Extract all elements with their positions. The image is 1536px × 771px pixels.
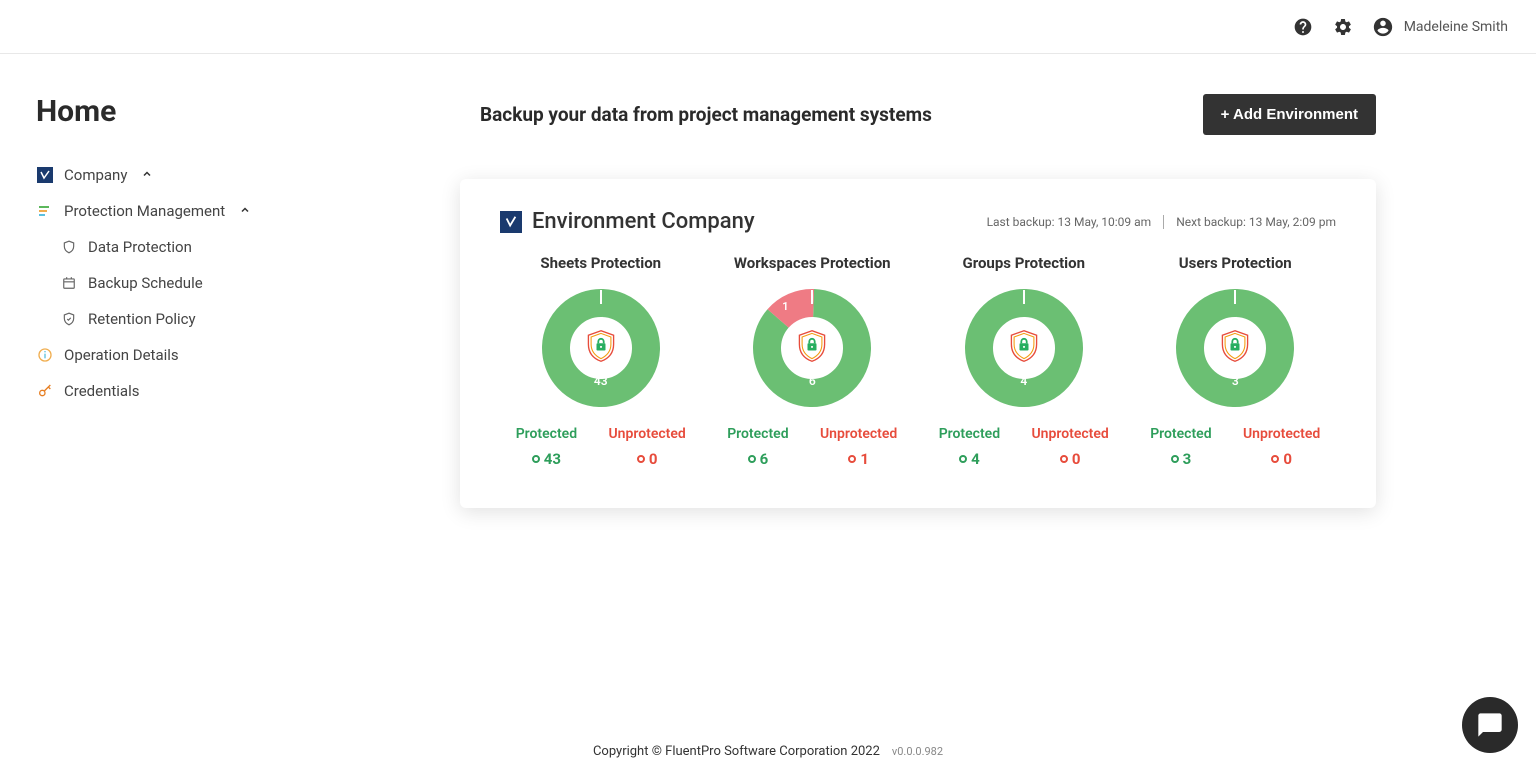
donut-chart[interactable]: 4 [964,288,1084,408]
sidebar: Home Company Protection Management [0,54,440,731]
nav-protection-management[interactable]: Protection Management [36,193,404,229]
protected-value: 3 [1150,450,1211,468]
protected-label: Protected [939,426,1000,442]
protected-label: Protected [1150,426,1211,442]
info-icon [36,346,54,364]
donut-total-count: 43 [594,374,608,388]
unprotected-label: Unprotected [1031,426,1108,442]
donut-total-count: 6 [809,374,816,388]
retention-icon [60,310,78,328]
unprotected-label: Unprotected [608,426,685,442]
nav-company[interactable]: Company [36,157,404,193]
unprotected-value: 0 [1243,450,1320,468]
environment-card: Environment Company Last backup: 13 May,… [460,179,1376,508]
chart-title: Sheets Protection [500,254,702,272]
help-icon[interactable] [1292,16,1314,38]
protected-value: 4 [939,450,1000,468]
smartsheet-icon [500,211,522,233]
page-title: Home [36,94,404,129]
shield-lock-icon [1006,328,1042,368]
chart-title: Groups Protection [923,254,1125,272]
donut-chart[interactable]: 43 [541,288,661,408]
environment-title: Environment Company [500,209,755,234]
unprotected-value: 0 [1031,450,1108,468]
user-menu[interactable]: Madeleine Smith [1372,16,1508,38]
chart-block: Groups Protection 4 Protected [923,254,1125,468]
calendar-icon [60,274,78,292]
unprotected-label: Unprotected [820,426,897,442]
protected-value: 43 [516,450,577,468]
donut-total-count: 3 [1232,374,1239,388]
unprotected-value: 1 [820,450,897,468]
shield-icon [60,238,78,256]
protected-label: Protected [516,426,577,442]
user-name: Madeleine Smith [1404,19,1508,35]
chat-launcher[interactable] [1462,697,1518,753]
last-backup: Last backup: 13 May, 10:09 am [987,215,1152,229]
copyright: Copyright © FluentPro Software Corporati… [593,744,880,759]
nav-backup-schedule[interactable]: Backup Schedule [36,265,404,301]
list-icon [36,202,54,220]
user-icon [1372,16,1394,38]
nav-data-protection[interactable]: Data Protection [36,229,404,265]
key-icon [36,382,54,400]
donut-chart[interactable]: 3 [1175,288,1295,408]
chevron-up-icon [239,202,251,220]
footer: Copyright © FluentPro Software Corporati… [0,731,1536,771]
donut-unprotected-count: 1 [782,300,788,313]
chat-icon [1476,711,1504,739]
add-environment-button[interactable]: + Add Environment [1203,94,1376,135]
gear-icon[interactable] [1332,16,1354,38]
top-header: Madeleine Smith [0,0,1536,54]
chevron-up-icon [141,166,153,184]
donut-total-count: 4 [1020,374,1027,388]
chart-block: Users Protection 3 Protected [1135,254,1337,468]
nav-retention-policy[interactable]: Retention Policy [36,301,404,337]
shield-lock-icon [1217,328,1253,368]
unprotected-label: Unprotected [1243,426,1320,442]
protected-value: 6 [727,450,788,468]
protected-label: Protected [727,426,788,442]
unprotected-value: 0 [608,450,685,468]
backup-info: Last backup: 13 May, 10:09 am Next backu… [987,215,1336,229]
next-backup: Next backup: 13 May, 2:09 pm [1176,215,1336,229]
main-content: Backup your data from project management… [440,54,1536,731]
nav-operation-details[interactable]: Operation Details [36,337,404,373]
version: v0.0.0.982 [892,745,943,758]
company-icon [36,166,54,184]
chart-title: Workspaces Protection [712,254,914,272]
shield-lock-icon [583,328,619,368]
chart-block: Sheets Protection 43 Protecte [500,254,702,468]
chart-title: Users Protection [1135,254,1337,272]
chart-block: Workspaces Protection 6 1 Prot [712,254,914,468]
donut-chart[interactable]: 6 1 [752,288,872,408]
main-heading: Backup your data from project management… [480,103,932,126]
shield-lock-icon [794,328,830,368]
nav-credentials[interactable]: Credentials [36,373,404,409]
